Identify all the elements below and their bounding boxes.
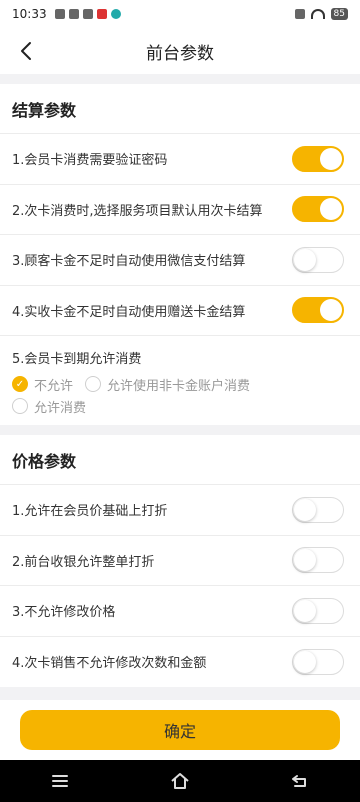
toggle-knob [320, 147, 342, 170]
toggle-knob [294, 248, 316, 271]
menu-icon [52, 775, 68, 787]
back-nav-button[interactable] [280, 766, 320, 796]
toggle-switch[interactable] [292, 547, 344, 574]
setting-row: 4.实收卡金不足时自动使用赠送卡金结算 [0, 286, 360, 336]
radio-group-title: 5.会员卡到期允许消费 [12, 352, 142, 367]
radio-option[interactable]: 允许使用非卡金账户消费 [85, 375, 250, 394]
radio-option-label: 不允许 [34, 378, 74, 394]
radio-option[interactable]: ✓ 不允许 [12, 375, 73, 394]
toggle-knob [294, 599, 316, 622]
back-arrow-icon [292, 775, 306, 787]
app-icon [68, 9, 79, 19]
setting-label: 2.前台收银允许整单打折 [12, 554, 155, 570]
page-title: 前台参数 [146, 43, 214, 64]
status-time: 10:33 [12, 7, 47, 21]
setting-label: 4.实收卡金不足时自动使用赠送卡金结算 [12, 304, 246, 320]
toggle-knob [294, 650, 316, 673]
radio-option-label: 允许消费 [34, 400, 87, 416]
setting-label: 1.会员卡消费需要验证密码 [12, 153, 168, 169]
wifi-icon [310, 9, 325, 19]
notification-icons [54, 9, 121, 19]
app-icon [96, 9, 107, 19]
status-right: 85 [294, 8, 348, 20]
radio-line: 允许消费 [12, 395, 348, 417]
chevron-left-icon [21, 42, 31, 60]
status-bar: 10:33 85 [0, 0, 360, 28]
toggle-switch[interactable] [292, 145, 344, 172]
toggle-switch[interactable] [292, 297, 344, 324]
setting-row: 1.会员卡消费需要验证密码 [0, 134, 360, 185]
setting-row: 4.次卡销售不允许修改次数和金额 [0, 637, 360, 688]
setting-row: 3.顾客卡金不足时自动使用微信支付结算 [0, 235, 360, 286]
setting-row: 2.前台收银允许整单打折 [0, 536, 360, 586]
price-card: 价格参数 1.允许在会员价基础上打折 2.前台收银允许整单打折 3.不允许修改价… [0, 435, 360, 687]
system-nav-bar [0, 760, 360, 802]
nav-bar: 前台参数 [0, 28, 360, 74]
message-icon [54, 9, 65, 19]
toggle-switch[interactable] [292, 597, 344, 624]
toggle-knob [320, 198, 342, 221]
section-title-price: 价格参数 [0, 435, 360, 485]
setting-label: 3.不允许修改价格 [12, 605, 116, 621]
section-title-settlement: 结算参数 [0, 84, 360, 134]
setting-row: 3.不允许修改价格 [0, 586, 360, 637]
toggle-knob [294, 549, 316, 572]
expiry-radio-group: 5.会员卡到期允许消费 ✓ 不允许 允许使用非卡金账户消费 允许消费 [0, 336, 360, 425]
content: 结算参数 1.会员卡消费需要验证密码 2.次卡消费时,选择服务项目默认用次卡结算… [0, 84, 360, 697]
home-button[interactable] [160, 766, 200, 796]
battery-icon: 85 [330, 8, 348, 20]
toggle-switch[interactable] [292, 196, 344, 223]
home-icon [171, 773, 189, 789]
setting-row: 1.允许在会员价基础上打折 [0, 485, 360, 536]
toggle-switch[interactable] [292, 496, 344, 523]
radio-line: ✓ 不允许 允许使用非卡金账户消费 [12, 373, 348, 395]
setting-label: 2.次卡消费时,选择服务项目默认用次卡结算 [12, 203, 263, 219]
app-icon [82, 9, 93, 19]
radio-circle-icon [85, 376, 102, 392]
menu-button[interactable] [40, 766, 80, 796]
bottom-bar: 确定 [0, 700, 360, 760]
setting-label: 4.次卡销售不允许修改次数和金额 [12, 656, 207, 672]
toggle-switch[interactable] [292, 246, 344, 273]
setting-label: 1.允许在会员价基础上打折 [12, 504, 168, 520]
radio-circle-icon [12, 398, 28, 414]
toggle-switch[interactable] [292, 648, 344, 675]
toggle-knob [320, 299, 342, 322]
setting-row: 2.次卡消费时,选择服务项目默认用次卡结算 [0, 185, 360, 235]
settlement-card: 结算参数 1.会员卡消费需要验证密码 2.次卡消费时,选择服务项目默认用次卡结算… [0, 84, 360, 425]
radio-option-label: 允许使用非卡金账户消费 [107, 378, 251, 394]
sim-icon [294, 9, 305, 19]
radio-circle-icon: ✓ [12, 376, 28, 392]
toggle-knob [294, 498, 316, 521]
confirm-button[interactable]: 确定 [20, 710, 340, 750]
radio-option[interactable]: 允许消费 [12, 397, 86, 416]
app-icon [110, 9, 121, 19]
back-button[interactable] [14, 38, 38, 64]
setting-label: 3.顾客卡金不足时自动使用微信支付结算 [12, 254, 246, 270]
